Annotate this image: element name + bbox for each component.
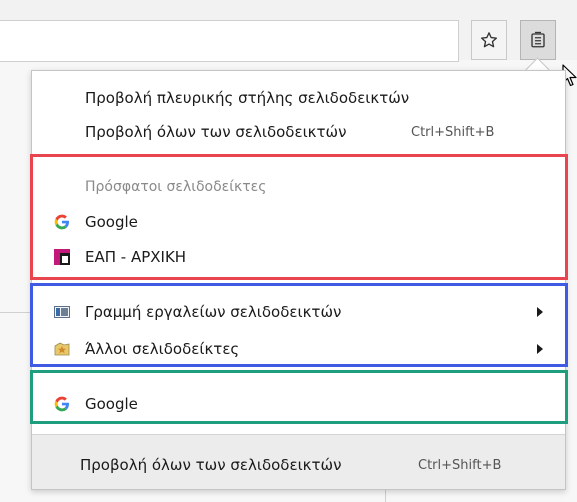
library-icon xyxy=(529,31,547,49)
view-bookmarks-sidebar-item[interactable]: Προβολή πλευρικής στήλης σελιδοδεικτών xyxy=(32,83,565,113)
url-bar[interactable] xyxy=(0,20,459,62)
star-icon xyxy=(480,31,498,49)
menu-item-label: Προβολή όλων των σελιδοδεικτών xyxy=(80,456,342,474)
bookmarks-menu: Προβολή πλευρικής στήλης σελιδοδεικτών Π… xyxy=(31,70,566,490)
menu-item-label: Προβολή όλων των σελιδοδεικτών xyxy=(85,123,347,141)
show-all-bookmarks-item[interactable]: Προβολή όλων των σελιδοδεικτών Ctrl+Shif… xyxy=(32,117,565,147)
page-divider xyxy=(0,312,30,313)
highlight-bookmark-folders xyxy=(30,283,568,367)
menu-item-label: Προβολή πλευρικής στήλης σελιδοδεικτών xyxy=(85,89,410,107)
highlight-recent-bookmarks xyxy=(30,154,568,280)
keyboard-shortcut: Ctrl+Shift+B xyxy=(411,124,495,140)
show-all-bookmarks-footer-button[interactable]: Προβολή όλων των σελιδοδεικτών Ctrl+Shif… xyxy=(32,450,565,480)
bookmark-star-button[interactable] xyxy=(471,20,507,60)
highlight-bookmarks xyxy=(30,370,568,424)
library-button[interactable] xyxy=(520,20,556,60)
keyboard-shortcut: Ctrl+Shift+B xyxy=(418,457,502,473)
menu-footer: Προβολή όλων των σελιδοδεικτών Ctrl+Shif… xyxy=(32,434,565,489)
